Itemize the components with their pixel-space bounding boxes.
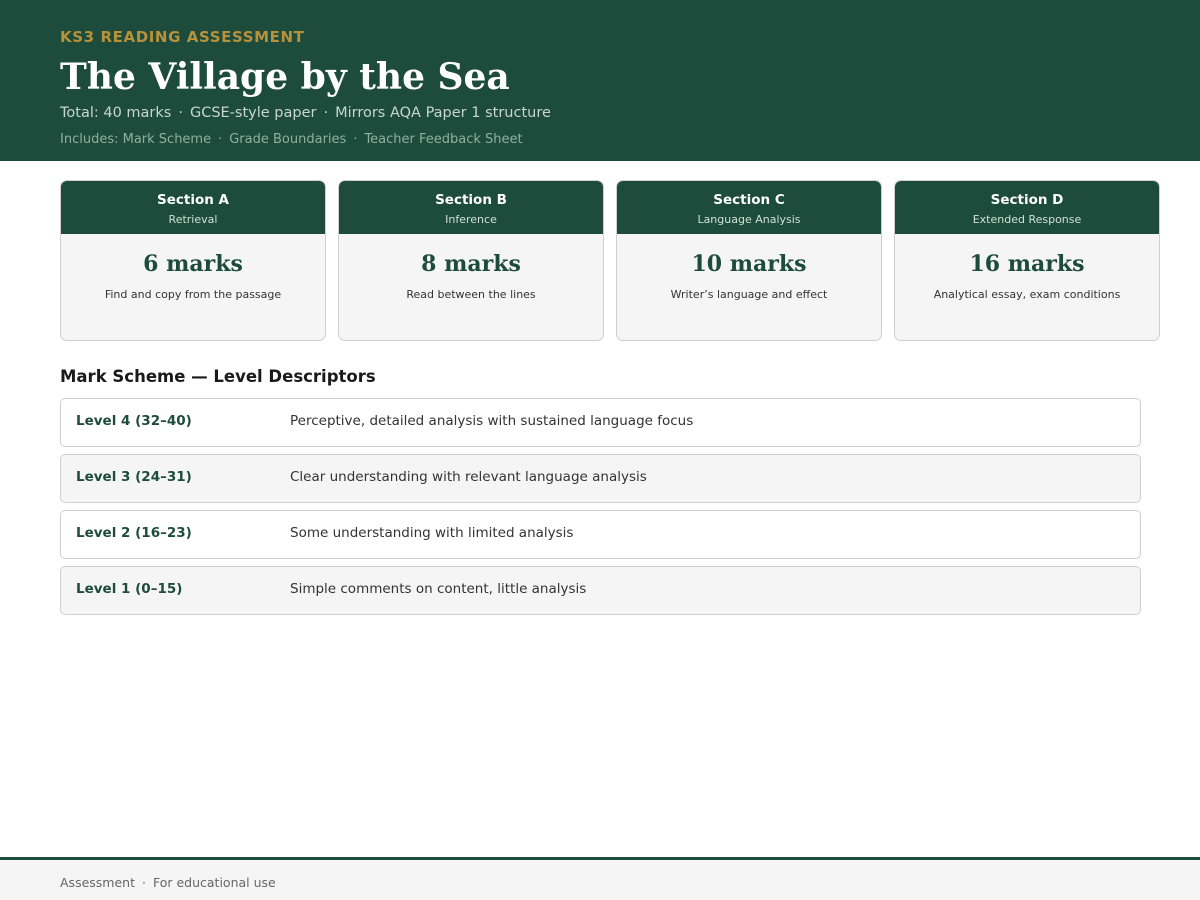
footer-text: Assessment · For educational use bbox=[60, 875, 276, 890]
section-card-c: Section C Language Analysis 10 marks Wri… bbox=[616, 180, 882, 341]
level-name: Level 2 (16–23) bbox=[76, 525, 192, 541]
includes-grade-boundaries: Grade Boundaries bbox=[229, 132, 347, 147]
level-description: Clear understanding with relevant langua… bbox=[290, 469, 647, 485]
header-banner: KS3 READING ASSESSMENT The Village by th… bbox=[0, 0, 1200, 161]
section-skill: Inference bbox=[445, 213, 497, 226]
level-name: Level 3 (24–31) bbox=[76, 469, 192, 485]
includes-mark-scheme: Includes: Mark Scheme bbox=[60, 132, 212, 147]
level-row-1: Level 1 (0–15) Simple comments on conten… bbox=[60, 566, 1141, 615]
separator: · bbox=[353, 132, 358, 147]
section-marks: 10 marks bbox=[691, 251, 807, 277]
level-description: Some understanding with limited analysis bbox=[290, 525, 574, 541]
section-title: Section A bbox=[157, 192, 229, 208]
section-title: Section B bbox=[435, 192, 507, 208]
section-title: Section C bbox=[713, 192, 785, 208]
level-row-4: Level 4 (32–40) Perceptive, detailed ana… bbox=[60, 398, 1141, 447]
level-row-2: Level 2 (16–23) Some understanding with … bbox=[60, 510, 1141, 559]
section-marks: 16 marks bbox=[969, 251, 1085, 277]
total-marks: Total: 40 marks bbox=[60, 105, 172, 121]
paper-style: GCSE-style paper bbox=[189, 105, 317, 121]
footer: Assessment · For educational use bbox=[0, 857, 1200, 900]
section-skill: Language Analysis bbox=[697, 213, 801, 226]
includes-feedback-sheet: Teacher Feedback Sheet bbox=[364, 132, 523, 147]
section-description: Find and copy from the passage bbox=[104, 288, 282, 301]
section-card-a: Section A Retrieval 6 marks Find and cop… bbox=[60, 180, 326, 341]
footer-label: Assessment bbox=[60, 875, 135, 890]
separator: · bbox=[323, 105, 329, 121]
page-title: The Village by the Sea bbox=[60, 56, 510, 98]
paper-structure: Mirrors AQA Paper 1 structure bbox=[335, 105, 551, 121]
mark-scheme-heading: Mark Scheme — Level Descriptors bbox=[60, 367, 376, 386]
section-card-header: Section A Retrieval bbox=[61, 181, 325, 234]
section-marks: 6 marks bbox=[143, 251, 243, 277]
level-description: Perceptive, detailed analysis with susta… bbox=[290, 413, 694, 429]
separator: · bbox=[178, 105, 183, 121]
level-row-3: Level 3 (24–31) Clear understanding with… bbox=[60, 454, 1141, 503]
section-description: Read between the lines bbox=[406, 288, 536, 301]
assessment-page: KS3 READING ASSESSMENT The Village by th… bbox=[0, 0, 1200, 900]
section-description: Analytical essay, exam conditions bbox=[933, 288, 1121, 301]
assessment-kicker: KS3 READING ASSESSMENT bbox=[60, 28, 305, 46]
level-name: Level 4 (32–40) bbox=[76, 413, 192, 429]
section-marks: 8 marks bbox=[421, 251, 521, 277]
section-title: Section D bbox=[990, 192, 1064, 208]
section-card-header: Section C Language Analysis bbox=[617, 181, 881, 234]
footer-usage: For educational use bbox=[152, 875, 276, 890]
section-skill: Extended Response bbox=[972, 213, 1082, 226]
section-description: Writer’s language and effect bbox=[670, 288, 828, 301]
section-card-header: Section B Inference bbox=[339, 181, 603, 234]
section-skill: Retrieval bbox=[168, 213, 218, 226]
paper-summary: Total: 40 marks · GCSE-style paper · Mirrors… bbox=[60, 105, 551, 121]
includes-line: Includes: Mark Scheme · Grade Boundaries · T… bbox=[60, 132, 523, 147]
separator: · bbox=[218, 132, 223, 147]
section-card-b: Section B Inference 8 marks Read between… bbox=[338, 180, 604, 341]
level-description: Simple comments on content, little analy… bbox=[290, 581, 587, 597]
level-name: Level 1 (0–15) bbox=[76, 581, 183, 597]
section-card-header: Section D Extended Response bbox=[895, 181, 1159, 234]
separator: · bbox=[141, 875, 146, 890]
section-card-d: Section D Extended Response 16 marks Ana… bbox=[894, 180, 1160, 341]
